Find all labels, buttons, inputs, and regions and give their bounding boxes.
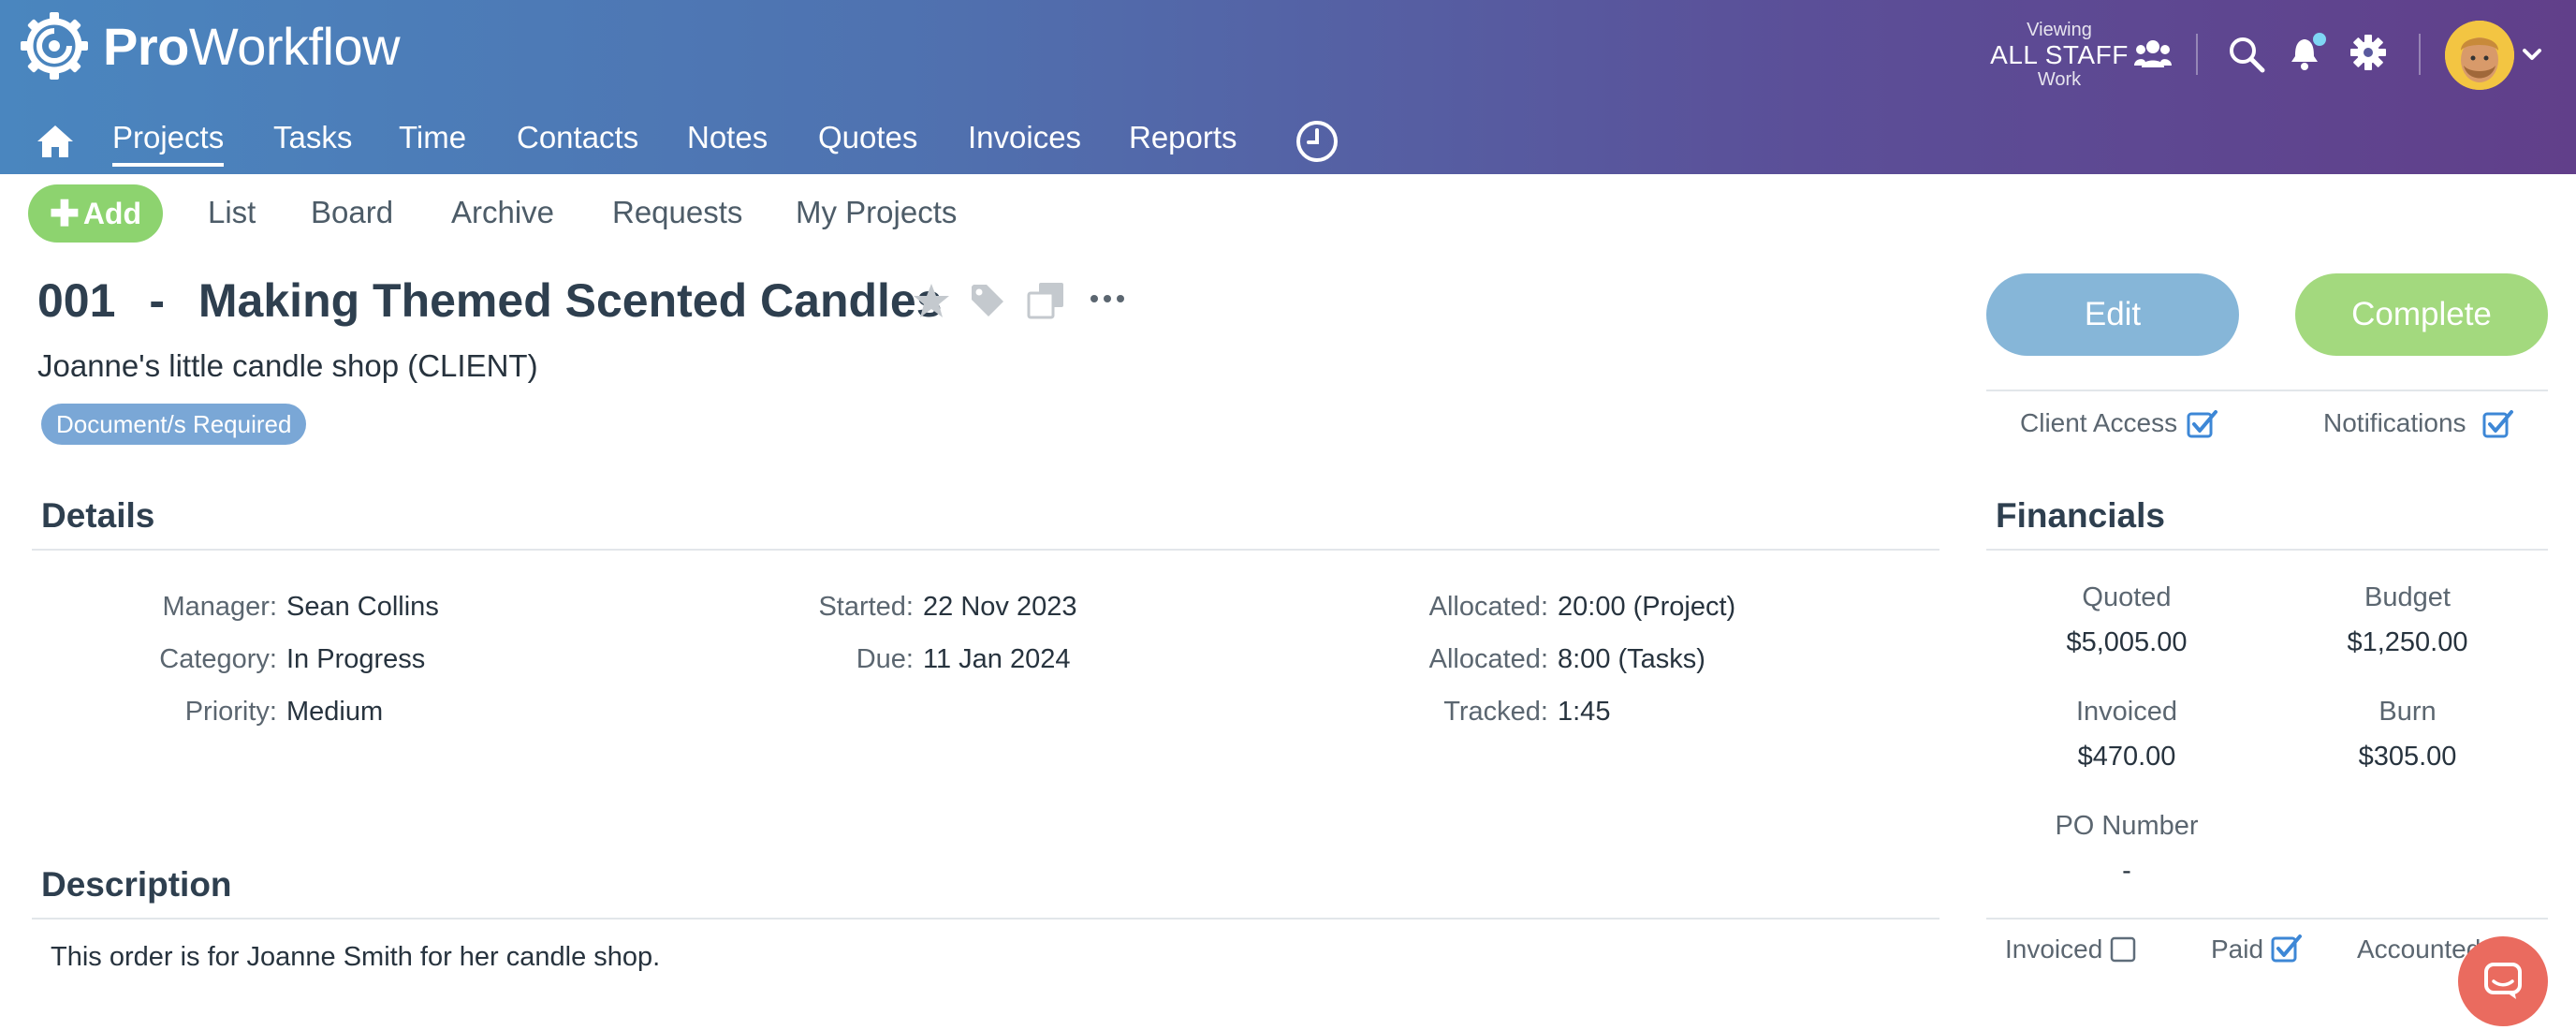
category-label: Category:	[159, 644, 277, 674]
details-heading: Details	[41, 496, 155, 535]
avatar-face-icon	[2445, 21, 2514, 90]
quoted-value: $5,005.00	[2066, 627, 2188, 657]
bell-icon[interactable]	[2288, 32, 2329, 73]
subnav-requests[interactable]: Requests	[612, 195, 742, 230]
tag-icon[interactable]	[968, 281, 1007, 320]
burn-value: $305.00	[2358, 742, 2457, 772]
priority-value: Medium	[286, 697, 384, 727]
paid-flag-label: Paid	[2211, 934, 2264, 964]
invoiced-amount-value: $470.00	[2077, 742, 2176, 772]
priority-label: Priority:	[184, 697, 277, 727]
subnav-archive[interactable]: Archive	[451, 195, 554, 230]
clock-icon[interactable]	[1295, 120, 1339, 163]
project-name: Making Themed Scented Candles	[198, 274, 943, 327]
description-text: This order is for Joanne Smith for her c…	[51, 942, 661, 972]
home-icon[interactable]	[36, 124, 75, 159]
tracked-value: 1:45	[1558, 697, 1611, 727]
invoiced-flag-label: Invoiced	[2005, 934, 2103, 964]
due-value: 11 Jan 2024	[923, 644, 1071, 674]
paid-checkbox[interactable]	[2271, 933, 2303, 964]
financials-heading: Financials	[1996, 496, 2165, 535]
subnav-board[interactable]: Board	[311, 195, 393, 230]
po-number-label: PO Number	[2055, 811, 2199, 841]
header-divider	[2419, 34, 2421, 75]
invoiced-amount-label: Invoiced	[2075, 697, 2177, 727]
allocated-tasks-value: 8:00 (Tasks)	[1558, 644, 1705, 674]
chat-launcher-button[interactable]	[2458, 936, 2548, 1026]
category-value: In Progress	[286, 644, 426, 674]
user-avatar[interactable]	[2445, 21, 2514, 90]
client-access-label: Client Access	[2020, 408, 2178, 437]
notifications-label: Notifications	[2323, 408, 2466, 437]
viewing-sub: Work	[2037, 69, 2082, 90]
client-name[interactable]: Joanne's little candle shop (CLIENT)	[37, 348, 538, 384]
manager-label: Manager:	[162, 592, 277, 622]
star-icon[interactable]	[912, 281, 951, 320]
description-divider	[32, 918, 1939, 920]
viewing-label: Viewing	[2027, 20, 2092, 40]
header-divider	[2196, 34, 2198, 75]
nav-tasks[interactable]: Tasks	[273, 120, 352, 155]
tracked-label: Tracked:	[1443, 697, 1548, 727]
allocated-project-value: 20:00 (Project)	[1558, 592, 1736, 622]
financials-bottom-divider	[1986, 918, 2548, 920]
allocated-tasks-label: Allocated:	[1428, 644, 1548, 674]
viewing-selector[interactable]: Viewing ALL STAFF Work	[1990, 21, 2129, 89]
nav-projects[interactable]: Projects	[112, 120, 225, 167]
nav-notes[interactable]: Notes	[687, 120, 768, 155]
logo-wordmark: ProWorkflow	[103, 16, 401, 76]
nav-time[interactable]: Time	[399, 120, 466, 155]
due-label: Due:	[856, 644, 914, 674]
invoiced-checkbox[interactable]	[2110, 936, 2138, 964]
project-number: 001	[37, 274, 116, 327]
chat-icon	[2484, 963, 2522, 999]
chevron-down-icon[interactable]	[2522, 47, 2542, 62]
viewing-scope: ALL STAFF	[1990, 40, 2129, 69]
started-label: Started:	[818, 592, 914, 622]
status-badge: Document/s Required	[41, 404, 307, 445]
gear-logo-icon	[21, 12, 88, 80]
subnav-list[interactable]: List	[208, 195, 256, 230]
complete-button[interactable]: Complete	[2295, 273, 2548, 356]
settings-gear-icon[interactable]	[2349, 34, 2387, 71]
app-logo[interactable]: ProWorkflow	[19, 11, 401, 81]
top-header: ProWorkflow Viewing ALL STAFF Work Proje…	[0, 0, 2576, 174]
subnav-my-projects[interactable]: My Projects	[796, 195, 957, 230]
description-heading: Description	[41, 865, 232, 904]
add-button[interactable]: ✚ Add	[28, 184, 163, 243]
nav-reports[interactable]: Reports	[1129, 120, 1237, 155]
burn-label: Burn	[2378, 697, 2437, 727]
po-number-value: -	[2122, 856, 2131, 886]
started-value: 22 Nov 2023	[923, 592, 1077, 622]
actions-divider	[1986, 390, 2548, 391]
add-label: Add	[82, 196, 142, 230]
manager-value: Sean Collins	[286, 592, 439, 622]
budget-label: Budget	[2364, 582, 2451, 612]
allocated-project-label: Allocated:	[1428, 592, 1548, 622]
details-divider	[32, 549, 1939, 551]
page-title: 001 - Making Themed Scented Candles	[37, 273, 943, 328]
nav-quotes[interactable]: Quotes	[818, 120, 917, 155]
title-separator: -	[149, 274, 165, 327]
more-icon[interactable]	[1090, 292, 1125, 305]
financials-divider	[1986, 549, 2548, 551]
budget-value: $1,250.00	[2347, 627, 2468, 657]
notifications-checkbox[interactable]	[2482, 408, 2514, 440]
nav-contacts[interactable]: Contacts	[517, 120, 638, 155]
client-access-checkbox[interactable]	[2187, 408, 2218, 440]
nav-invoices[interactable]: Invoices	[968, 120, 1081, 155]
search-icon[interactable]	[2228, 36, 2265, 73]
copy-icon[interactable]	[1026, 281, 1065, 320]
users-icon[interactable]	[2134, 37, 2172, 69]
plus-icon: ✚	[49, 194, 80, 234]
quoted-label: Quoted	[2082, 582, 2172, 612]
edit-button[interactable]: Edit	[1986, 273, 2239, 356]
